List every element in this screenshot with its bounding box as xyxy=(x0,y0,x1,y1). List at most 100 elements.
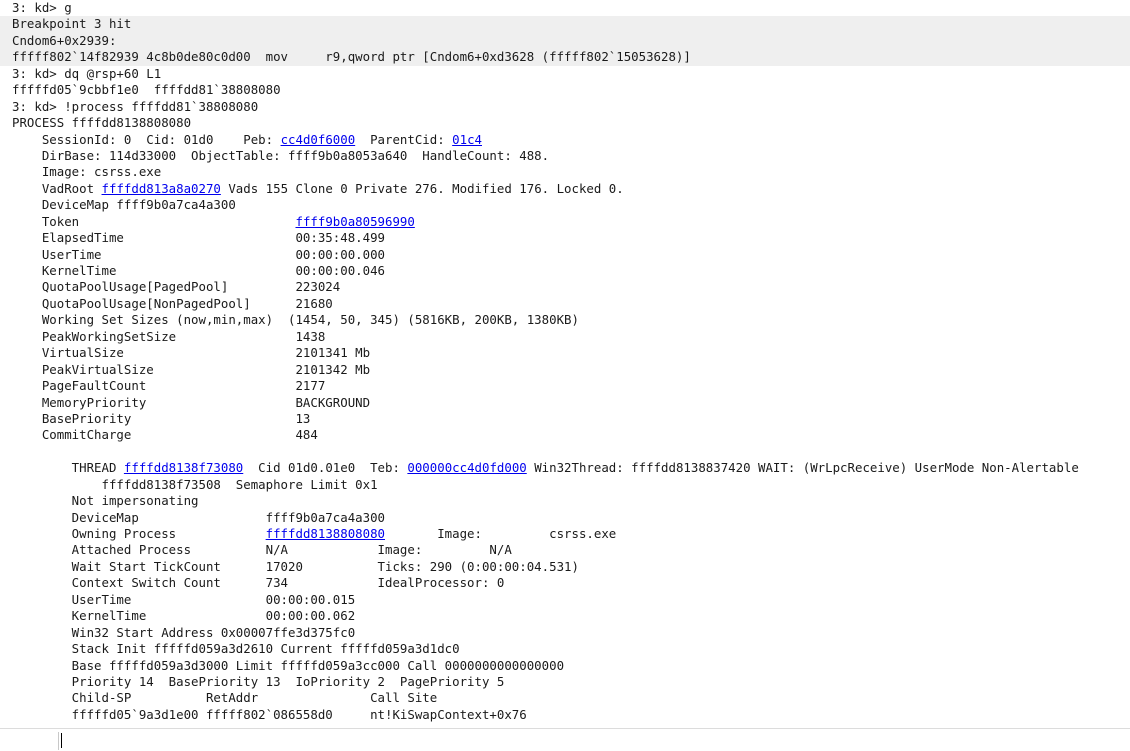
output-line: Child-SP RetAddr Call Site xyxy=(0,690,1130,706)
output-text: Cndom6+0x2939: xyxy=(12,32,117,48)
output-line: ElapsedTime 00:35:48.499 xyxy=(0,230,1130,246)
output-text: VirtualSize 2101341 Mb xyxy=(12,345,371,361)
output-text: KernelTime 00:00:00.062 xyxy=(12,608,356,624)
output-text: PageFaultCount 2177 xyxy=(12,378,326,394)
dml-link[interactable]: ffffdd813a8a0270 xyxy=(102,181,221,196)
output-line: UserTime 00:00:00.015 xyxy=(0,592,1130,608)
output-text: ElapsedTime 00:35:48.499 xyxy=(12,230,385,246)
output-text: 3: kd> dq @rsp+60 L1 xyxy=(12,65,162,81)
output-text: Priority 14 BasePriority 13 IoPriority 2… xyxy=(12,673,505,689)
dml-link[interactable]: 000000cc4d0fd000 xyxy=(407,460,526,475)
output-line: Not impersonating xyxy=(0,493,1130,509)
output-text: Win32Thread: ffffdd8138837420 WAIT: (WrL… xyxy=(526,460,1079,476)
output-line: CommitCharge 484 xyxy=(0,427,1130,443)
output-line: Working Set Sizes (now,min,max) (1454, 5… xyxy=(0,312,1130,328)
command-prompt-label xyxy=(0,732,59,750)
output-text: 3: kd> !process ffffdd81`38808080 xyxy=(12,98,259,114)
output-line: ffffdd8138f73508 Semaphore Limit 0x1 xyxy=(0,477,1130,493)
output-text: Owning Process xyxy=(12,526,266,541)
output-line: Owning Process ffffdd8138808080 Image: c… xyxy=(0,526,1130,542)
output-text: Vads 155 Clone 0 Private 276. Modified 1… xyxy=(220,180,624,196)
debugger-output: 3: kd> g Breakpoint 3 hit Cndom6+0x2939: ff… xyxy=(0,0,1130,728)
output-line: PageFaultCount 2177 xyxy=(0,378,1130,394)
output-text: THREAD xyxy=(12,460,124,476)
output-line: KernelTime 00:00:00.046 xyxy=(0,263,1130,279)
dml-link[interactable]: cc4d0f6000 xyxy=(281,132,356,147)
output-line: DirBase: 114d33000 ObjectTable: ffff9b0a… xyxy=(0,148,1130,164)
output-text: PeakWorkingSetSize 1438 xyxy=(12,328,326,344)
output-line: DeviceMap ffff9b0a7ca4a300 xyxy=(0,510,1130,526)
output-line: Stack Init fffffd059a3d2610 Current ffff… xyxy=(0,641,1130,657)
output-text: DeviceMap ffff9b0a7ca4a300 xyxy=(12,509,385,525)
output-text: Not impersonating xyxy=(12,493,199,509)
output-line: QuotaPoolUsage[NonPagedPool] 21680 xyxy=(0,296,1130,312)
output-text: MemoryPriority BACKGROUND xyxy=(12,394,371,410)
output-line: Win32 Start Address 0x00007ffe3d375fc0 xyxy=(0,625,1130,641)
output-line: 3: kd> !process ffffdd81`38808080 xyxy=(0,99,1130,115)
output-text: fffffd05`9a3d1e00 fffff802`086558d0 nt!K… xyxy=(12,706,527,722)
dml-link[interactable]: 01c4 xyxy=(452,132,482,147)
output-line: PeakVirtualSize 2101342 Mb xyxy=(0,362,1130,378)
output-line: Token ffff9b0a80596990 xyxy=(0,214,1130,230)
dml-link[interactable]: ffffdd8138f73080 xyxy=(124,460,243,475)
command-input[interactable] xyxy=(62,731,1122,749)
output-text: Context Switch Count 734 IdealProcessor:… xyxy=(12,575,505,591)
dml-link[interactable]: ffff9b0a80596990 xyxy=(295,214,414,229)
output-line: Image: csrss.exe xyxy=(0,164,1130,180)
output-line: fffffd05`9a3d1e00 fffff802`086558d0 nt!K… xyxy=(0,707,1130,723)
output-text: UserTime 00:00:00.015 xyxy=(12,591,356,607)
output-line: fffff802`14f82939 4c8b0de80c0d00 mov r9,… xyxy=(0,49,1130,66)
output-text: Image: csrss.exe xyxy=(385,526,617,541)
output-line: Context Switch Count 734 IdealProcessor:… xyxy=(0,575,1130,591)
output-text: Cid 01d0.01e0 Teb: xyxy=(243,460,408,476)
output-text: SessionId: 0 Cid: 01d0 Peb: xyxy=(12,131,281,147)
output-line: KernelTime 00:00:00.062 xyxy=(0,608,1130,624)
output-line: THREAD ffffdd8138f73080 Cid 01d0.01e0 Te… xyxy=(0,460,1130,476)
output-line: Breakpoint 3 hit xyxy=(0,16,1130,33)
output-line: DeviceMap ffff9b0a7ca4a300 xyxy=(0,197,1130,213)
output-line: VirtualSize 2101341 Mb xyxy=(0,345,1130,361)
output-line: Attached Process N/A Image: N/A xyxy=(0,542,1130,558)
output-text: BasePriority 13 xyxy=(12,410,311,426)
dml-link[interactable]: ffffdd8138808080 xyxy=(266,526,385,541)
output-text: VadRoot xyxy=(12,180,102,196)
output-text: Breakpoint 3 hit xyxy=(12,16,132,32)
output-text: DirBase: 114d33000 ObjectTable: ffff9b0a… xyxy=(12,147,550,163)
output-text: Wait Start TickCount 17020 Ticks: 290 (0… xyxy=(12,558,579,574)
output-text: ParentCid: xyxy=(355,131,453,147)
output-line: PeakWorkingSetSize 1438 xyxy=(0,329,1130,345)
output-text: Token xyxy=(12,213,296,229)
output-line: BasePriority 13 xyxy=(0,411,1130,427)
output-text: fffffd05`9cbbf1e0 ffffdd81`38808080 xyxy=(12,82,281,98)
output-text: DeviceMap ffff9b0a7ca4a300 xyxy=(12,197,236,213)
output-line: SessionId: 0 Cid: 01d0 Peb: cc4d0f6000 P… xyxy=(0,132,1130,148)
output-line: 3: kd> g xyxy=(0,0,1130,16)
output-line: Cndom6+0x2939: xyxy=(0,32,1130,50)
output-text: KernelTime 00:00:00.046 xyxy=(12,263,385,278)
output-text: QuotaPoolUsage[PagedPool] 223024 xyxy=(12,279,341,295)
output-text: Working Set Sizes (now,min,max) (1454, 5… xyxy=(12,312,579,328)
output-line: Wait Start TickCount 17020 Ticks: 290 (0… xyxy=(0,559,1130,575)
output-text: fffff802`14f82939 4c8b0de80c0d00 mov r9,… xyxy=(12,49,691,65)
output-text: Image: csrss.exe xyxy=(12,164,162,180)
output-text: Win32 Start Address 0x00007ffe3d375fc0 xyxy=(12,624,356,640)
output-line: QuotaPoolUsage[PagedPool] 223024 xyxy=(0,279,1130,295)
output-line: fffffd05`9cbbf1e0 ffffdd81`38808080 xyxy=(0,82,1130,98)
output-line: Base fffffd059a3d3000 Limit fffffd059a3c… xyxy=(0,658,1130,674)
output-line: VadRoot ffffdd813a8a0270 Vads 155 Clone … xyxy=(0,181,1130,197)
output-text: PeakVirtualSize 2101342 Mb xyxy=(12,361,371,377)
output-line: Priority 14 BasePriority 13 IoPriority 2… xyxy=(0,674,1130,690)
output-line: MemoryPriority BACKGROUND xyxy=(0,395,1130,411)
output-text: ffffdd8138f73508 Semaphore Limit 0x1 xyxy=(12,476,378,492)
output-line: 3: kd> dq @rsp+60 L1 xyxy=(0,66,1130,82)
output-text: Stack Init fffffd059a3d2610 Current ffff… xyxy=(12,641,460,657)
output-text: Base fffffd059a3d3000 Limit fffffd059a3c… xyxy=(12,657,565,673)
output-text: UserTime 00:00:00.000 xyxy=(12,246,385,262)
output-text: 3: kd> g xyxy=(12,0,72,15)
output-text: QuotaPoolUsage[NonPagedPool] 21680 xyxy=(12,295,333,311)
output-text: PROCESS ffffdd8138808080 xyxy=(12,115,192,131)
output-text: CommitCharge 484 xyxy=(12,427,318,443)
output-line: UserTime 00:00:00.000 xyxy=(0,247,1130,263)
output-text: Child-SP RetAddr Call Site xyxy=(12,690,438,706)
